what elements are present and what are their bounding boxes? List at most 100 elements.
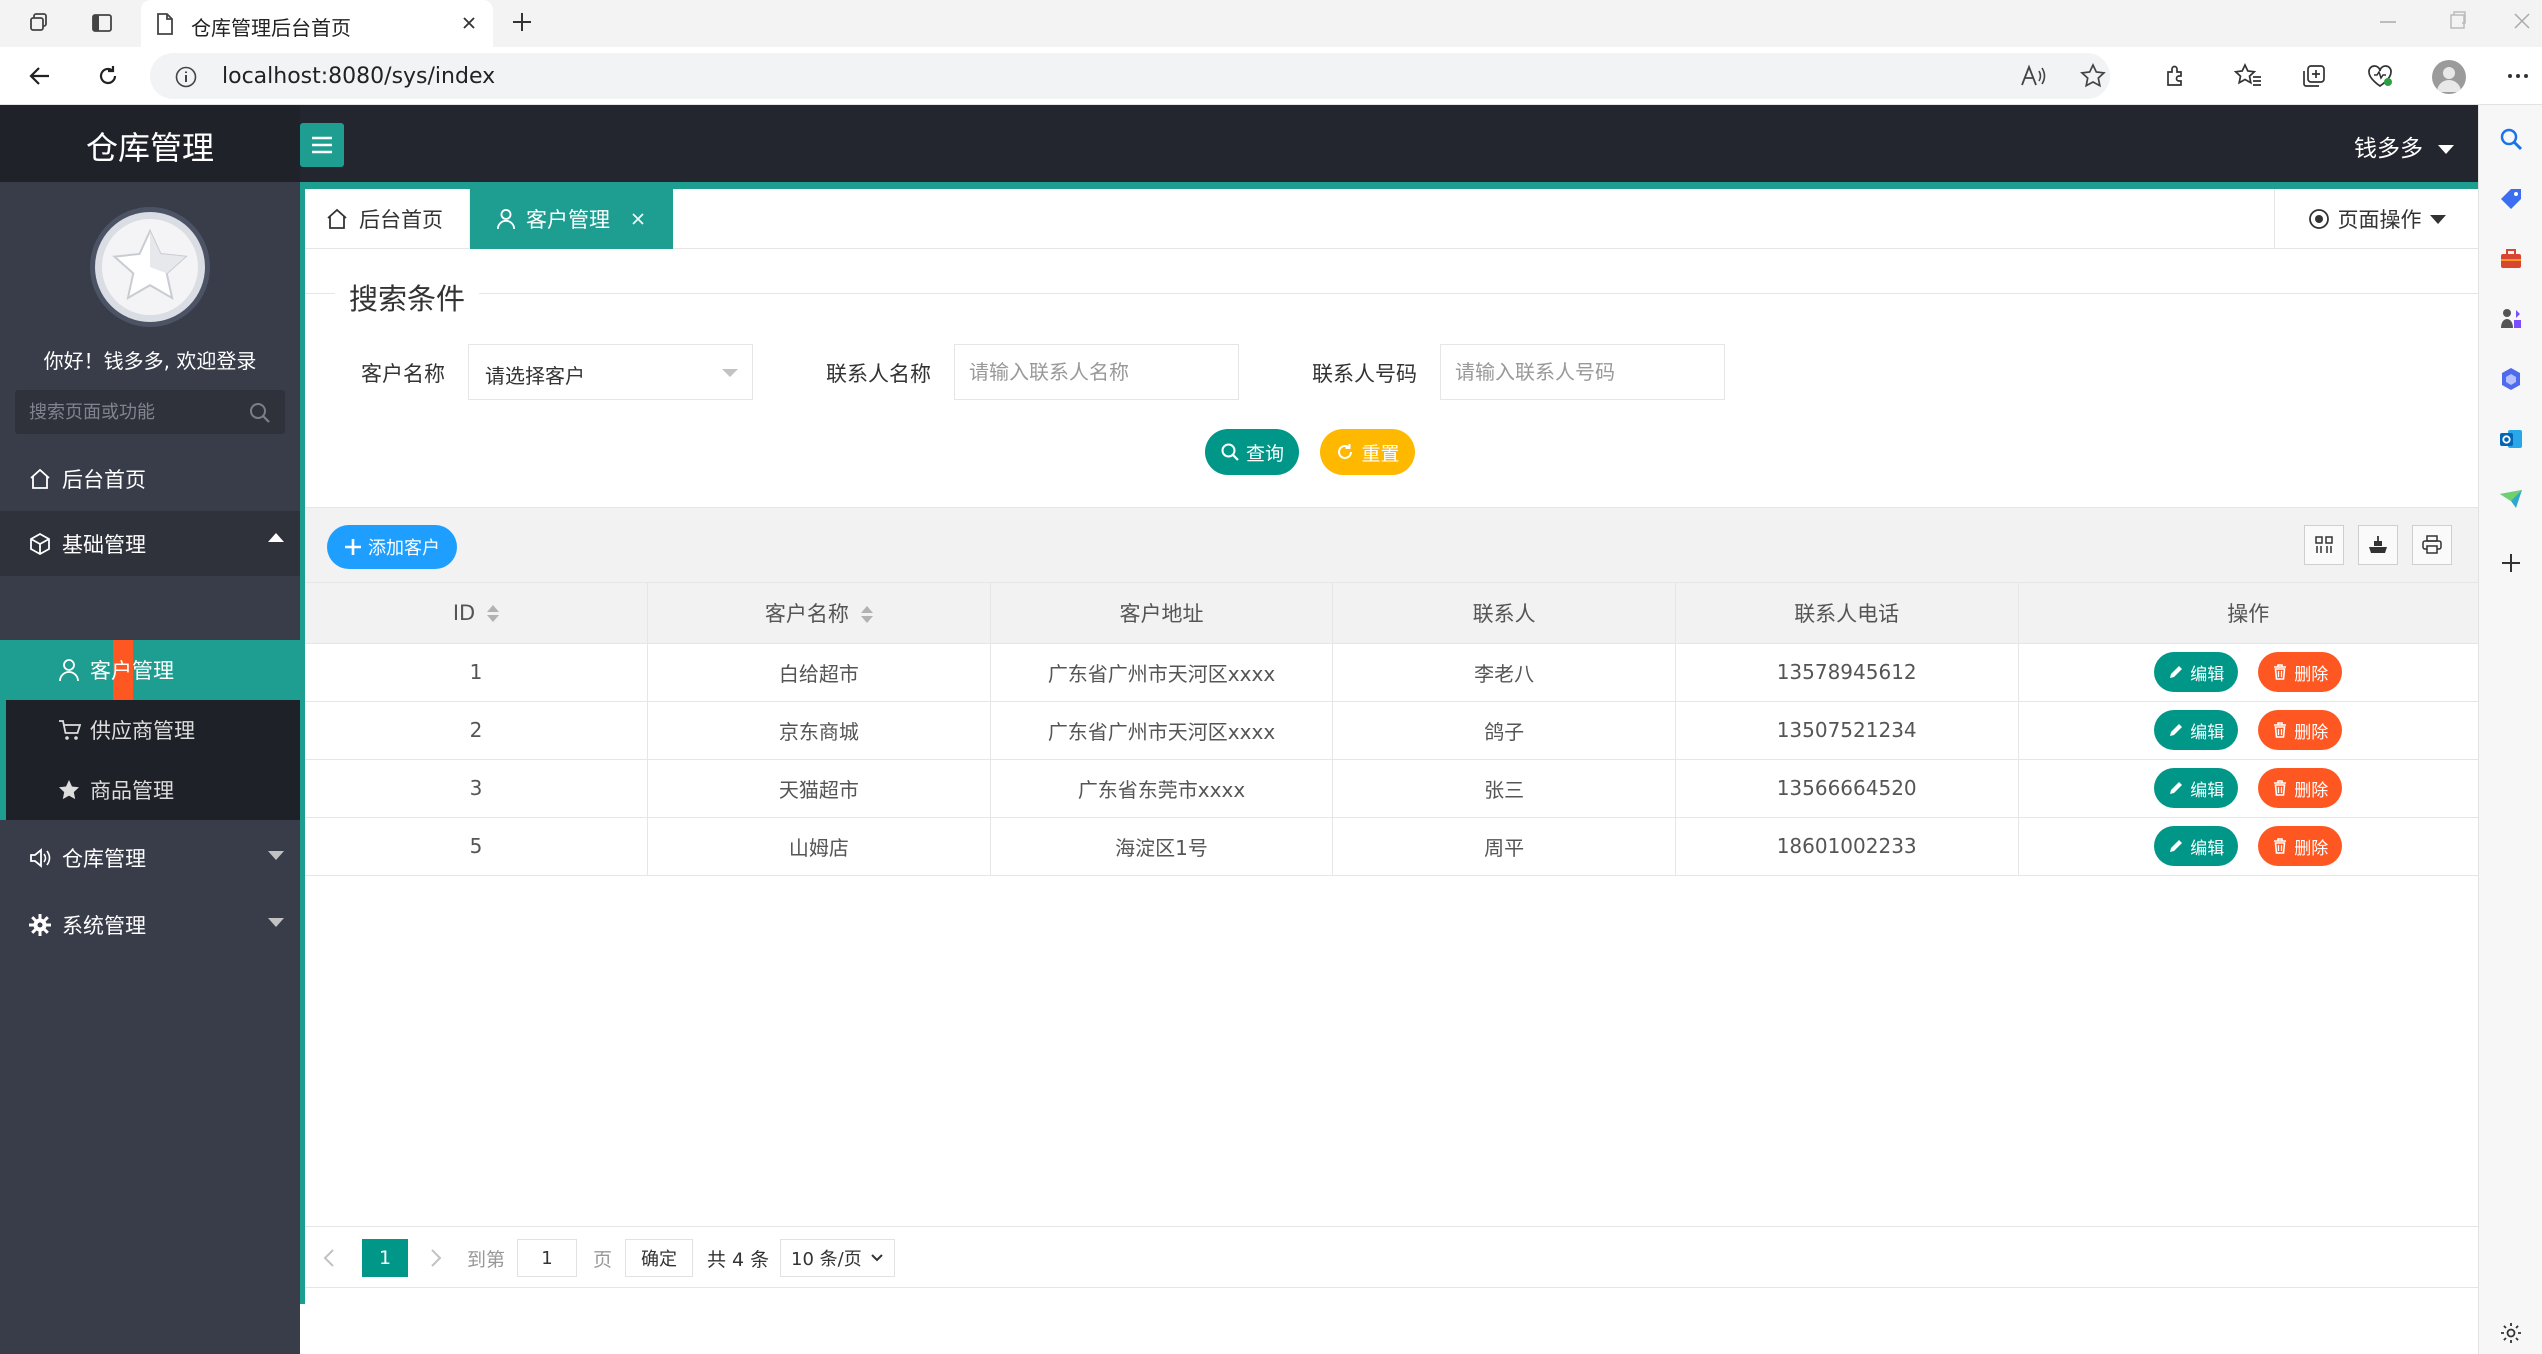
prev-page-icon[interactable]: [323, 1239, 335, 1277]
customer-select[interactable]: 请选择客户: [468, 344, 753, 400]
edit-button[interactable]: 编辑: [2154, 826, 2239, 866]
close-icon[interactable]: [454, 8, 484, 38]
cell-address: 广东省东莞市xxxx: [990, 759, 1334, 818]
extensions-icon[interactable]: [2158, 58, 2194, 94]
collections-icon[interactable]: [2296, 58, 2332, 94]
column-header-id[interactable]: ID: [305, 583, 649, 644]
more-menu-icon[interactable]: [2500, 58, 2536, 94]
tab-label: 后台首页: [359, 208, 443, 232]
cell-address: 广东省广州市天河区xxxx: [990, 643, 1334, 702]
read-aloud-icon[interactable]: [2020, 63, 2048, 89]
sort-icon[interactable]: [487, 605, 500, 623]
add-icon[interactable]: [2495, 547, 2527, 579]
edit-button-label: 编辑: [2190, 838, 2225, 859]
query-button-label: 查询: [1245, 442, 1284, 465]
office-icon[interactable]: [2495, 363, 2527, 395]
tab-home[interactable]: 后台首页: [305, 189, 470, 249]
contact-phone-input[interactable]: [1440, 344, 1725, 400]
cell-phone: 13578945612: [1675, 643, 2019, 702]
sidebar-item-customer[interactable]: 客户管理: [0, 640, 300, 700]
menu-toggle-button[interactable]: [300, 123, 344, 167]
query-button[interactable]: 查询: [1205, 429, 1299, 475]
restore-icon[interactable]: [2448, 6, 2468, 36]
search-icon[interactable]: [2495, 123, 2527, 155]
cell-phone: 18601002233: [1675, 817, 2019, 876]
column-header-phone: 联系人电话: [1675, 583, 2019, 644]
tools-briefcase-icon[interactable]: [2495, 243, 2527, 275]
favorites-icon[interactable]: [2230, 58, 2266, 94]
column-header-contact: 联系人: [1332, 583, 1676, 644]
cell-name: 山姆店: [647, 817, 991, 876]
table-row: 2 京东商城 广东省广州市天河区xxxx 鸽子 13507521234 编辑 删除: [305, 701, 2478, 760]
new-tab-button[interactable]: [504, 4, 540, 40]
page-number-current[interactable]: 1: [362, 1239, 408, 1277]
cube-icon: [28, 532, 58, 556]
sidebar-search-input[interactable]: [29, 400, 239, 424]
reset-button-label: 重置: [1361, 442, 1400, 465]
close-icon[interactable]: [630, 211, 646, 227]
reset-button[interactable]: 重置: [1320, 429, 1415, 475]
contact-phone-label: 联系人号码: [1312, 362, 1417, 386]
shopping-tag-icon[interactable]: [2495, 183, 2527, 215]
delete-button[interactable]: 删除: [2258, 710, 2343, 750]
outlook-icon[interactable]: [2495, 423, 2527, 455]
tab-label: 客户管理: [526, 208, 610, 232]
delete-button-label: 删除: [2294, 664, 2329, 685]
sidebar-item-home[interactable]: 后台首页: [0, 446, 300, 511]
page-operations-menu[interactable]: 页面操作: [2274, 189, 2478, 249]
sidebar-item-product[interactable]: 商品管理: [0, 760, 300, 820]
export-icon[interactable]: [2358, 525, 2398, 565]
reload-icon[interactable]: [90, 58, 126, 94]
page-size-select[interactable]: 10 条/页: [780, 1239, 895, 1277]
trash-icon: [2274, 664, 2287, 680]
pagination: 1 到第 页 确定 共 4 条 10 条/页: [305, 1226, 2478, 1288]
profile-avatar-icon[interactable]: [2432, 60, 2466, 94]
browser-tab[interactable]: 仓库管理后台首页: [141, 0, 493, 47]
customer-name-label: 客户名称: [361, 362, 445, 386]
tab-actions-icon[interactable]: [84, 5, 120, 41]
search-icon[interactable]: [248, 401, 272, 425]
print-icon[interactable]: [2412, 525, 2452, 565]
window-close-icon[interactable]: [2512, 6, 2532, 36]
cell-actions: 编辑 删除: [2018, 817, 2478, 876]
column-header-actions: 操作: [2018, 583, 2478, 644]
next-page-icon[interactable]: [430, 1239, 442, 1277]
contact-name-input[interactable]: [954, 344, 1239, 400]
delete-button[interactable]: 删除: [2258, 652, 2343, 692]
send-icon[interactable]: [2495, 483, 2527, 515]
edit-button[interactable]: 编辑: [2154, 710, 2239, 750]
url-field[interactable]: localhost:8080/sys/index: [150, 53, 2110, 99]
sidebar-search[interactable]: [15, 390, 285, 434]
goto-confirm-button[interactable]: 确定: [625, 1239, 693, 1277]
back-icon[interactable]: [22, 58, 58, 94]
goto-page-input[interactable]: [517, 1239, 577, 1277]
workspaces-icon[interactable]: [22, 5, 58, 41]
columns-filter-icon[interactable]: [2304, 525, 2344, 565]
speaker-icon: [28, 846, 58, 870]
add-customer-button[interactable]: 添加客户: [327, 525, 457, 569]
info-icon[interactable]: [174, 65, 198, 89]
sidebar-item-basic-management[interactable]: 基础管理: [0, 511, 300, 576]
favorite-star-icon[interactable]: [2080, 63, 2106, 89]
sort-icon[interactable]: [860, 606, 873, 624]
settings-gear-icon[interactable]: [2495, 1317, 2527, 1349]
user-menu[interactable]: 钱多多: [2354, 129, 2455, 163]
delete-button[interactable]: 删除: [2258, 768, 2343, 808]
sidebar-item-system[interactable]: 系统管理: [0, 892, 300, 957]
edit-button[interactable]: 编辑: [2154, 652, 2239, 692]
browser-essentials-icon[interactable]: [2362, 58, 2398, 94]
games-icon[interactable]: [2495, 303, 2527, 335]
page-ops-label: 页面操作: [2337, 208, 2422, 232]
submenu-basic-management: 客户管理 供应商管理 商品管理: [0, 640, 300, 820]
table-row: 3 天猫超市 广东省东莞市xxxx 张三 13566664520 编辑 删除: [305, 759, 2478, 818]
edit-button[interactable]: 编辑: [2154, 768, 2239, 808]
sidebar-item-warehouse[interactable]: 仓库管理: [0, 825, 300, 890]
tab-customer[interactable]: 客户管理: [470, 189, 673, 249]
column-header-name[interactable]: 客户名称: [647, 583, 991, 644]
sidebar-item-supplier[interactable]: 供应商管理: [0, 700, 300, 760]
minimize-icon[interactable]: [2378, 6, 2398, 36]
browser-tab-bar: 仓库管理后台首页: [0, 0, 2542, 47]
cell-id: 2: [305, 701, 649, 760]
home-icon: [28, 467, 58, 491]
delete-button[interactable]: 删除: [2258, 826, 2343, 866]
